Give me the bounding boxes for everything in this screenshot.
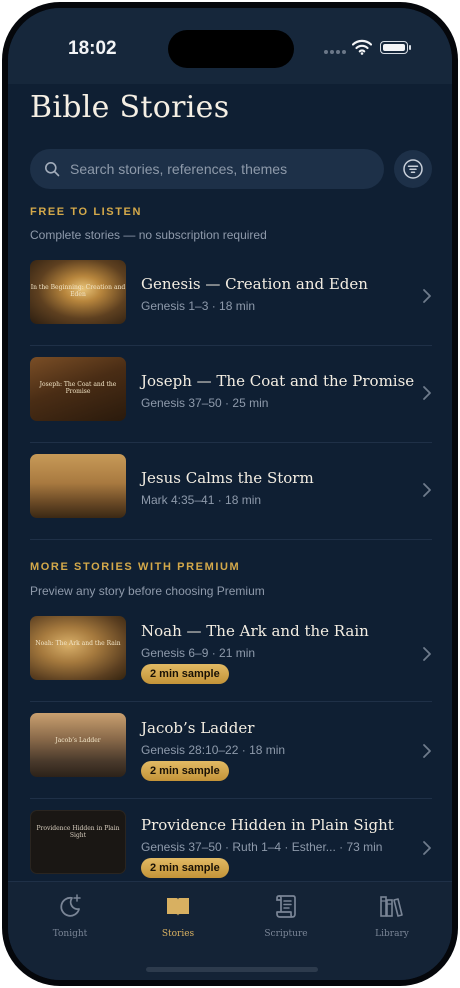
filter-button[interactable]: [394, 150, 432, 188]
sample-badge: 2 min sample: [141, 664, 229, 684]
story-row[interactable]: Jacob’s Ladder Jacob’s Ladder Genesis 28…: [30, 709, 432, 799]
tab-stories[interactable]: Stories: [138, 892, 218, 939]
chevron-right-icon: [423, 841, 431, 855]
story-thumbnail: In the Beginning: Creation and Eden: [30, 260, 126, 324]
page-title: Bible Stories: [30, 90, 230, 125]
thumbnail-caption: In the Beginning: Creation and Eden: [30, 284, 126, 298]
home-indicator: [146, 967, 318, 972]
moon-stars-icon: [60, 894, 81, 917]
thumbnail-caption: Jacob’s Ladder: [55, 737, 101, 744]
premium-section-subtitle: Preview any story before choosing Premiu…: [30, 584, 265, 598]
row-divider: [30, 442, 432, 443]
tab-label: Scripture: [264, 929, 308, 939]
battery-icon: [380, 41, 408, 54]
story-title: Joseph — The Coat and the Promise: [141, 372, 415, 390]
story-thumbnail: [30, 454, 126, 518]
tab-scripture[interactable]: Scripture: [246, 892, 326, 939]
thumbnail-caption: Joseph: The Coat and the Promise: [39, 381, 117, 395]
chevron-right-icon: [423, 289, 431, 303]
story-meta: Genesis 37–50 · Ruth 1–4 · Esther... · 7…: [141, 840, 383, 854]
story-meta: Mark 4:35–41 · 18 min: [141, 493, 262, 507]
sample-badge: 2 min sample: [141, 761, 229, 781]
story-row[interactable]: Providence Hidden in Plain Sight Provide…: [30, 806, 432, 886]
premium-section-label: MORE STORIES WITH PREMIUM: [30, 561, 241, 573]
story-meta: Genesis 1–3 · 18 min: [141, 299, 256, 313]
free-section-label: FREE TO LISTEN: [30, 206, 143, 218]
dynamic-island: [168, 30, 294, 68]
chevron-right-icon: [423, 386, 431, 400]
story-title: Noah — The Ark and the Rain: [141, 622, 369, 640]
story-thumbnail: Joseph: The Coat and the Promise: [30, 357, 126, 421]
story-thumbnail: Noah: The Ark and the Rain: [30, 616, 126, 680]
story-thumbnail: Providence Hidden in Plain Sight: [30, 810, 126, 874]
story-meta: Genesis 28:10–22 · 18 min: [141, 743, 286, 757]
chevron-right-icon: [423, 483, 431, 497]
tab-label: Library: [375, 929, 409, 939]
tab-bar: Tonight Stories Scripture Library: [8, 881, 452, 980]
app-screen: 18:02 Bible Stories Search stories, refe…: [8, 8, 452, 980]
tab-label: Stories: [161, 929, 195, 939]
wifi-icon: [352, 39, 372, 55]
scroll-icon: [276, 895, 296, 918]
free-section-subtitle: Complete stories — no subscription requi…: [30, 228, 267, 242]
filter-icon: [403, 159, 423, 179]
story-title: Jacob’s Ladder: [141, 719, 255, 737]
tab-library[interactable]: Library: [352, 892, 432, 939]
story-thumbnail: Jacob’s Ladder: [30, 713, 126, 777]
story-meta: Genesis 37–50 · 25 min: [141, 396, 269, 410]
story-row[interactable]: In the Beginning: Creation and Eden Gene…: [30, 256, 432, 346]
search-input[interactable]: Search stories, references, themes: [70, 161, 287, 177]
chevron-right-icon: [423, 744, 431, 758]
story-meta: Genesis 6–9 · 21 min: [141, 646, 256, 660]
sample-badge: 2 min sample: [141, 858, 229, 878]
chevron-right-icon: [423, 647, 431, 661]
books-icon: [380, 896, 403, 917]
story-title: Genesis — Creation and Eden: [141, 275, 368, 293]
thumbnail-caption: Providence Hidden in Plain Sight: [36, 825, 120, 839]
story-title: Jesus Calms the Storm: [141, 469, 314, 487]
phone-frame: 18:02 Bible Stories Search stories, refe…: [2, 2, 458, 986]
story-row[interactable]: Noah: The Ark and the Rain Noah — The Ar…: [30, 612, 432, 702]
row-divider: [30, 798, 432, 799]
story-row[interactable]: Joseph: The Coat and the Promise Joseph …: [30, 353, 432, 443]
search-icon: [45, 162, 60, 177]
battery-cap: [409, 45, 411, 50]
row-divider: [30, 345, 432, 346]
status-bar: 18:02: [8, 8, 452, 84]
row-divider: [30, 539, 432, 540]
search-bar[interactable]: Search stories, references, themes: [30, 149, 384, 189]
story-row[interactable]: Jesus Calms the Storm Mark 4:35–41 · 18 …: [30, 450, 432, 540]
open-book-icon: [167, 898, 189, 916]
story-title: Providence Hidden in Plain Sight: [141, 816, 394, 834]
status-time: 18:02: [68, 38, 117, 59]
tab-tonight[interactable]: Tonight: [30, 892, 110, 939]
thumbnail-caption: Noah: The Ark and the Rain: [35, 640, 121, 647]
row-divider: [30, 701, 432, 702]
tab-label: Tonight: [52, 929, 88, 939]
